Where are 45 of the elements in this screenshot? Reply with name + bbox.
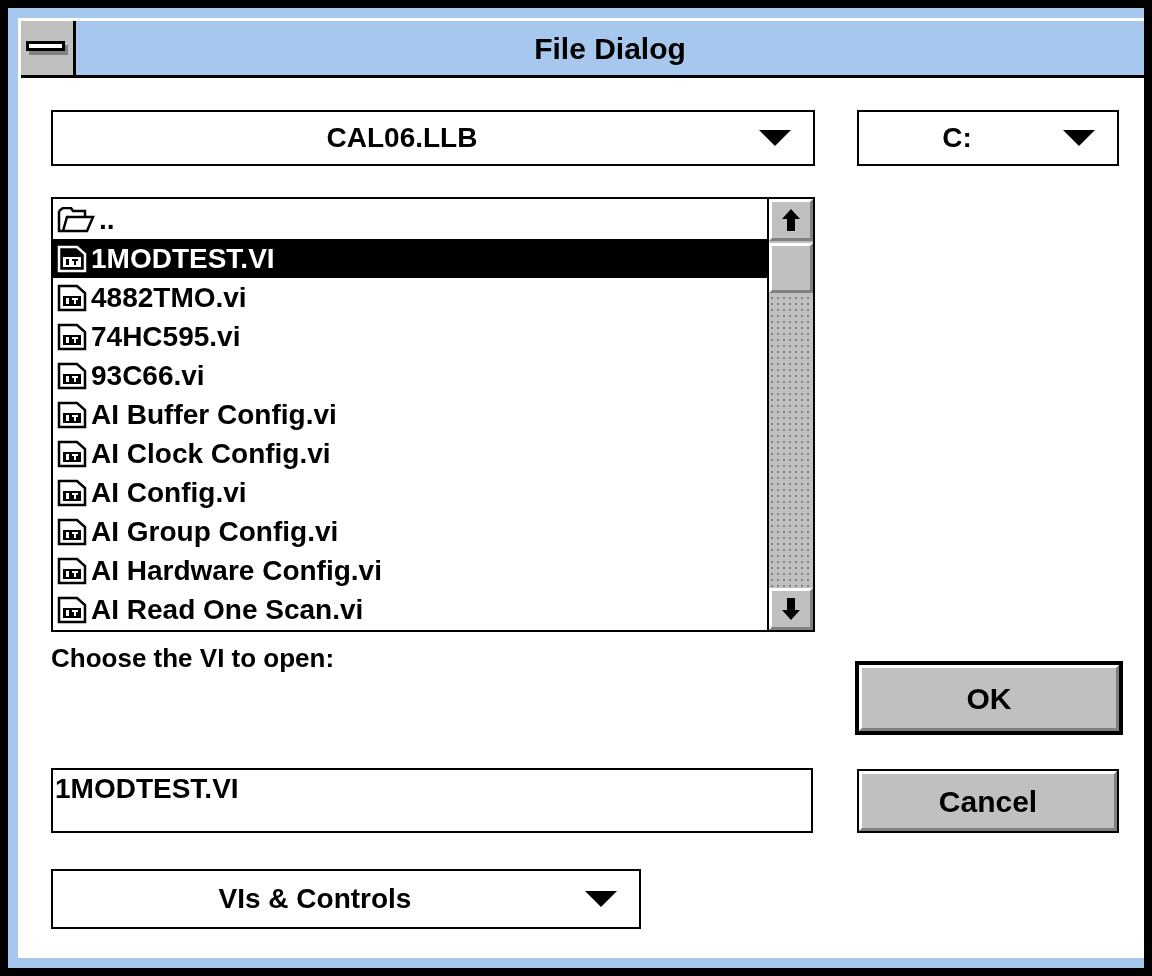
scroll-up-button[interactable] [769, 199, 813, 241]
file-list-item[interactable]: 1MODTEST.VI [53, 239, 767, 278]
prompt-label: Choose the VI to open: [51, 642, 336, 675]
scrollbar[interactable] [767, 199, 813, 630]
scroll-down-button[interactable] [769, 588, 813, 630]
file-name: 93C66.vi [91, 358, 205, 393]
document-icon [57, 517, 87, 546]
document-icon [57, 478, 87, 507]
file-name: AI Hardware Config.vi [91, 553, 382, 588]
file-name: 74HC595.vi [91, 319, 241, 354]
up-arrow-icon [782, 209, 800, 231]
dropdown-arrow-icon [585, 891, 617, 907]
dropdown-arrow-icon [1063, 130, 1095, 146]
dropdown-value: VIs & Controls [217, 882, 413, 916]
document-icon [57, 595, 87, 624]
document-icon [57, 244, 87, 273]
drive-dropdown[interactable]: C: [857, 110, 1119, 166]
document-icon [57, 400, 87, 429]
dropdown-value: C: [941, 121, 973, 155]
system-menu-button[interactable] [21, 21, 76, 75]
document-icon [57, 556, 87, 585]
filename-field[interactable]: 1MODTEST.VI [51, 768, 813, 833]
document-icon [57, 439, 87, 468]
file-name: AI Config.vi [91, 475, 247, 510]
file-name: 1MODTEST.VI [91, 241, 275, 276]
folder-icon [57, 206, 95, 233]
file-name: AI Buffer Config.vi [91, 397, 337, 432]
file-name: AI Read One Scan.vi [91, 592, 364, 627]
dropdown-value: CAL06.LLB [325, 121, 479, 155]
dialog-button[interactable]: OK [859, 665, 1119, 731]
file-name: AI Group Config.vi [91, 514, 339, 549]
document-icon [57, 322, 87, 351]
window-title: File Dialog [534, 30, 686, 67]
path-dropdown[interactable]: CAL06.LLB [51, 110, 815, 166]
scroll-thumb[interactable] [769, 243, 813, 293]
document-icon [57, 361, 87, 390]
file-name: .. [99, 202, 115, 237]
dialog-button[interactable]: Cancel [859, 771, 1117, 831]
document-icon [57, 283, 87, 312]
filter-dropdown[interactable]: VIs & Controls [51, 869, 641, 929]
file-name: AI Clock Config.vi [91, 436, 331, 471]
file-name: 4882TMO.vi [91, 280, 247, 315]
down-arrow-icon [782, 598, 800, 620]
dropdown-arrow-icon [759, 130, 791, 146]
minus-icon [26, 41, 68, 55]
